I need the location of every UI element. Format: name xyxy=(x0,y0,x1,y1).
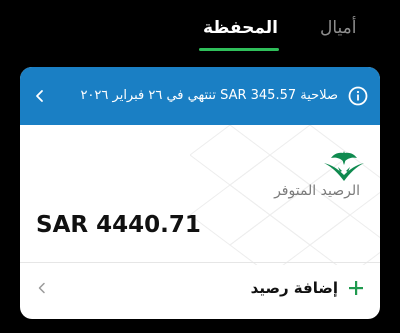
tab-miles[interactable]: أميال xyxy=(320,17,357,39)
add-balance-label: إضافة رصيد xyxy=(250,279,338,297)
expiry-banner-text: صلاحية SAR 345.57 تنتهي في ٢٦ فبراير ٢٠٢… xyxy=(80,88,338,103)
balance-label: الرصيد المتوفر xyxy=(274,183,360,199)
balance-value: SAR 4440.71 xyxy=(36,212,201,238)
tab-bar: أميال المحفظة xyxy=(0,0,400,56)
plus-icon xyxy=(349,281,363,295)
chevron-left-icon xyxy=(38,282,45,294)
tab-wallet[interactable]: المحفظة xyxy=(203,17,278,39)
info-icon xyxy=(348,86,368,106)
active-tab-indicator xyxy=(199,48,279,51)
add-balance-button[interactable]: إضافة رصيد xyxy=(20,263,380,319)
expiry-banner[interactable]: صلاحية SAR 345.57 تنتهي في ٢٦ فبراير ٢٠٢… xyxy=(20,67,380,125)
wallet-card: صلاحية SAR 345.57 تنتهي في ٢٦ فبراير ٢٠٢… xyxy=(20,67,380,319)
wallet-screen: أميال المحفظة صلاحية SAR 345.57 تنتهي في… xyxy=(0,0,400,333)
chevron-left-icon[interactable] xyxy=(32,88,48,104)
